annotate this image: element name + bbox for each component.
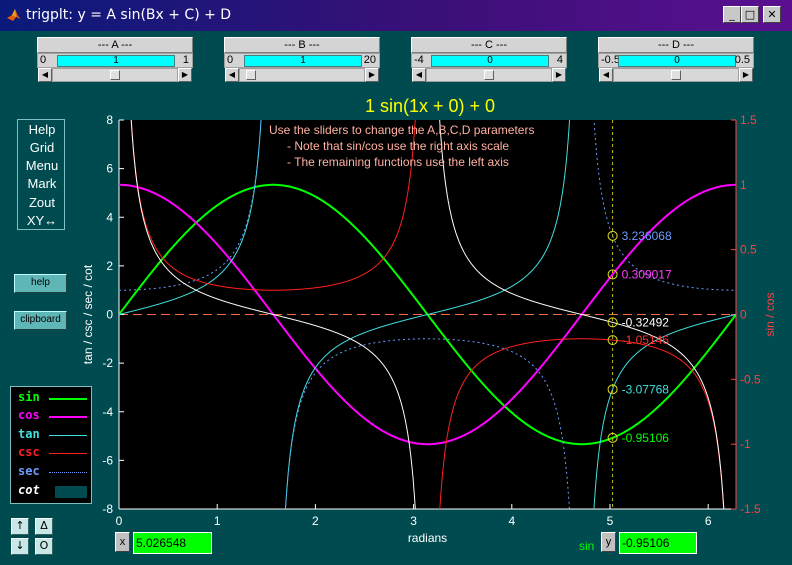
y-right-tick-label: -0.5 bbox=[740, 372, 761, 386]
up-button[interactable]: ↑ bbox=[11, 518, 29, 535]
y-readout-field[interactable]: -0.95106 bbox=[619, 532, 697, 554]
y-series-label: sin bbox=[579, 539, 595, 553]
y-right-axis-label: sin / cos bbox=[763, 292, 777, 336]
y-left-tick-label: -4 bbox=[102, 405, 113, 419]
legend-label-cot: cot bbox=[18, 483, 40, 497]
app-window: trigplt: y = A sin(Bx + C) + D _ □ ✕ ---… bbox=[0, 0, 792, 565]
legend-line-cos bbox=[49, 416, 87, 418]
down-button[interactable]: ↓ bbox=[11, 538, 29, 555]
menu-panel: Help Grid Menu Mark Zout XY↔ bbox=[17, 119, 65, 230]
marker-label-tan: -3.07768 bbox=[622, 382, 670, 396]
legend-line-tan bbox=[49, 435, 87, 436]
menu-xy-swap[interactable]: XY↔ bbox=[18, 212, 66, 230]
legend-entry-cos[interactable]: cos bbox=[11, 407, 91, 425]
x-tick-label: 5 bbox=[607, 514, 614, 528]
legend-line-sin bbox=[49, 398, 87, 400]
marker-label-cot: -0.32492 bbox=[622, 315, 670, 329]
y-left-tick-label: 8 bbox=[106, 113, 113, 127]
marker-label-sin: -0.95106 bbox=[622, 431, 670, 445]
legend-label-csc: csc bbox=[18, 445, 40, 459]
marker-label-cos: 0.309017 bbox=[622, 267, 672, 281]
x-tick-label: 3 bbox=[410, 514, 417, 528]
arrow-up-icon: ↑ bbox=[15, 519, 25, 532]
y-left-tick-label: 4 bbox=[106, 210, 113, 224]
y-left-tick-label: 6 bbox=[106, 162, 113, 176]
legend-entry-sec[interactable]: sec bbox=[11, 463, 91, 481]
y-left-tick-label: -6 bbox=[102, 453, 113, 467]
zero-button[interactable]: O bbox=[35, 538, 53, 555]
menu-grid[interactable]: Grid bbox=[18, 139, 66, 157]
arrow-down-icon: ↓ bbox=[15, 539, 25, 552]
y-right-tick-label: 0 bbox=[740, 308, 747, 322]
legend-entry-csc[interactable]: csc bbox=[11, 444, 91, 462]
x-readout-field[interactable]: 5.026548 bbox=[133, 532, 212, 554]
x-tick-label: 6 bbox=[705, 514, 712, 528]
legend-label-sec: sec bbox=[18, 464, 40, 478]
legend-entry-tan[interactable]: tan bbox=[11, 426, 91, 444]
x-tick-label: 1 bbox=[214, 514, 221, 528]
plot-annotation: Use the sliders to change the A,B,C,D pa… bbox=[269, 123, 534, 137]
legend-label-cos: cos bbox=[18, 408, 40, 422]
clipboard-button[interactable]: clipboard bbox=[14, 311, 67, 330]
y-right-tick-label: 1.5 bbox=[740, 113, 757, 127]
plot-annotation: - Note that sin/cos use the right axis s… bbox=[287, 139, 509, 153]
delta-button[interactable]: Δ bbox=[35, 518, 53, 535]
y-right-tick-label: 0.5 bbox=[740, 243, 757, 257]
circle-icon: O bbox=[39, 539, 49, 552]
x-axis-label: radians bbox=[408, 531, 447, 545]
menu-mark[interactable]: Mark bbox=[18, 175, 66, 193]
plot-annotation: - The remaining functions use the left a… bbox=[287, 155, 509, 169]
y-left-tick-label: 0 bbox=[106, 308, 113, 322]
delta-icon: Δ bbox=[40, 519, 48, 532]
legend-entry-sin[interactable]: sin bbox=[11, 389, 91, 407]
legend-line-csc bbox=[49, 453, 87, 454]
legend-label-tan: tan bbox=[18, 427, 40, 441]
legend-label-sin: sin bbox=[18, 390, 40, 404]
trig-plot[interactable]: 0 1 2 3 4 5 6 -8 -6 -4 -2 0 2 4 6 8 -1.5 -1 -0.5 0 0.5 1 1.5 ra… bbox=[0, 0, 792, 565]
marker-label-sec: 3.236068 bbox=[622, 229, 672, 243]
legend[interactable]: sin cos tan csc sec cot bbox=[10, 386, 92, 504]
marker-label-csc: -1.05146 bbox=[622, 333, 670, 347]
menu-menu[interactable]: Menu bbox=[18, 157, 66, 175]
legend-entry-cot[interactable]: cot bbox=[11, 482, 91, 500]
y-left-axis-label: tan / csc / sec / cot bbox=[81, 264, 95, 364]
menu-zout[interactable]: Zout bbox=[18, 194, 66, 212]
y-left-tick-label: -8 bbox=[102, 502, 113, 516]
y-right-tick-label: 1 bbox=[740, 178, 747, 192]
x-tick-label: 0 bbox=[116, 514, 123, 528]
legend-line-sec bbox=[49, 472, 87, 473]
y-left-tick-label: 2 bbox=[106, 259, 113, 273]
help-button[interactable]: help bbox=[14, 274, 67, 293]
menu-help[interactable]: Help bbox=[18, 121, 66, 139]
y-left-tick-label: -2 bbox=[102, 356, 113, 370]
legend-swatch-cot bbox=[55, 486, 87, 498]
y-right-tick-label: -1 bbox=[740, 437, 751, 451]
x-tick-label: 4 bbox=[508, 514, 515, 528]
x-tick-label: 2 bbox=[312, 514, 319, 528]
y-right-tick-label: -1.5 bbox=[740, 502, 761, 516]
y-readout-button[interactable]: y bbox=[601, 532, 616, 552]
x-readout-button[interactable]: x bbox=[115, 532, 130, 552]
